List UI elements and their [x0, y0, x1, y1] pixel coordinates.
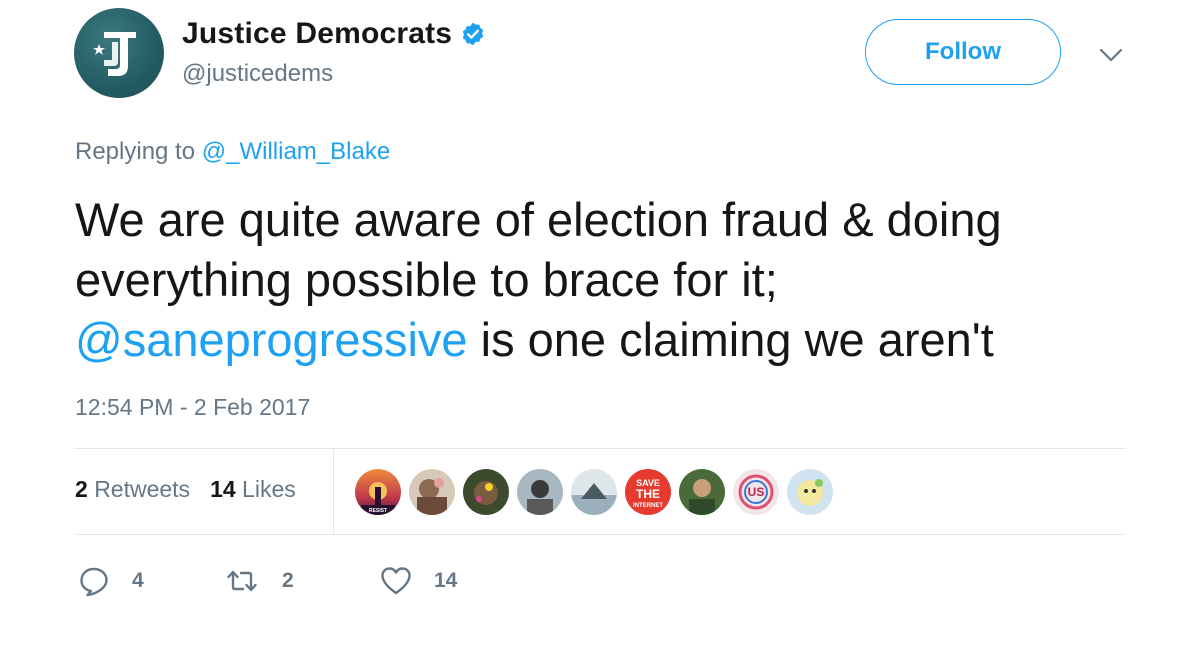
retweet-count: 2 [282, 569, 294, 592]
tweet-text: We are quite aware of election fraud & d… [75, 190, 1155, 370]
liker-avatar-us[interactable]: US [733, 469, 779, 515]
likes-stat[interactable]: 14 Likes [210, 476, 296, 503]
tweet-text-line2: everything possible to brace for it; [75, 253, 778, 306]
tweet-text-line3: is one claiming we aren't [467, 313, 994, 366]
chevron-down-icon[interactable] [1096, 40, 1126, 70]
liker-us-text: US [748, 485, 765, 499]
retweet-action[interactable]: 2 [226, 563, 294, 599]
retweets-stat[interactable]: 2 Retweets [75, 476, 190, 503]
like-count: 14 [434, 569, 458, 592]
liker-avatar-7[interactable] [679, 469, 725, 515]
liker-avatar-5[interactable] [571, 469, 617, 515]
svg-text:THE: THE [636, 487, 660, 501]
liker-avatar-resist[interactable]: RESIST [355, 469, 401, 515]
author-handle[interactable]: @justicedems [182, 60, 333, 88]
liker-avatar-3[interactable] [463, 469, 509, 515]
reply-icon [80, 567, 108, 597]
tweet-stats: 2 Retweets 14 Likes [75, 476, 296, 503]
author-display-name[interactable]: Justice Democrats [182, 17, 452, 51]
mention-link[interactable]: @saneprogressive [75, 313, 468, 366]
author-avatar[interactable] [74, 8, 164, 98]
divider-top [74, 448, 1126, 449]
reply-to-handle-link[interactable]: @_William_Blake [202, 138, 390, 165]
author-name-row: Justice Democrats [182, 14, 486, 54]
retweets-label: Retweets [94, 476, 191, 502]
reply-context: Replying to @_William_Blake [75, 138, 390, 166]
tweet-timestamp[interactable]: 12:54 PM - 2 Feb 2017 [75, 394, 310, 421]
justice-democrats-logo-icon [93, 32, 136, 76]
like-action[interactable]: 14 [380, 563, 457, 599]
retweet-icon [227, 570, 257, 592]
reply-count: 4 [132, 569, 144, 592]
tweet-text-line1: We are quite aware of election fraud & d… [75, 193, 1002, 246]
stats-separator [333, 449, 334, 535]
likers-list: RESIST SAVE THE INTERNET US [355, 469, 841, 515]
liker-avatar-2[interactable] [409, 469, 455, 515]
retweets-count: 2 [75, 476, 88, 502]
liker-avatar-4[interactable] [517, 469, 563, 515]
liker-resist-text: RESIST [369, 508, 387, 514]
divider-bottom [74, 534, 1126, 535]
likes-count: 14 [210, 476, 236, 502]
verified-badge-icon [463, 22, 484, 46]
svg-text:INTERNET: INTERNET [633, 503, 663, 509]
reply-action[interactable]: 4 [78, 563, 144, 599]
liker-avatar-save-the-internet[interactable]: SAVE THE INTERNET [625, 469, 671, 515]
heart-icon [381, 567, 411, 595]
liker-avatar-9[interactable] [787, 469, 833, 515]
follow-button[interactable]: Follow [865, 19, 1061, 85]
tweet-card: Justice Democrats @justicedems Follow Re… [0, 0, 1200, 653]
likes-label: Likes [242, 476, 296, 502]
reply-prefix: Replying to [75, 138, 196, 165]
